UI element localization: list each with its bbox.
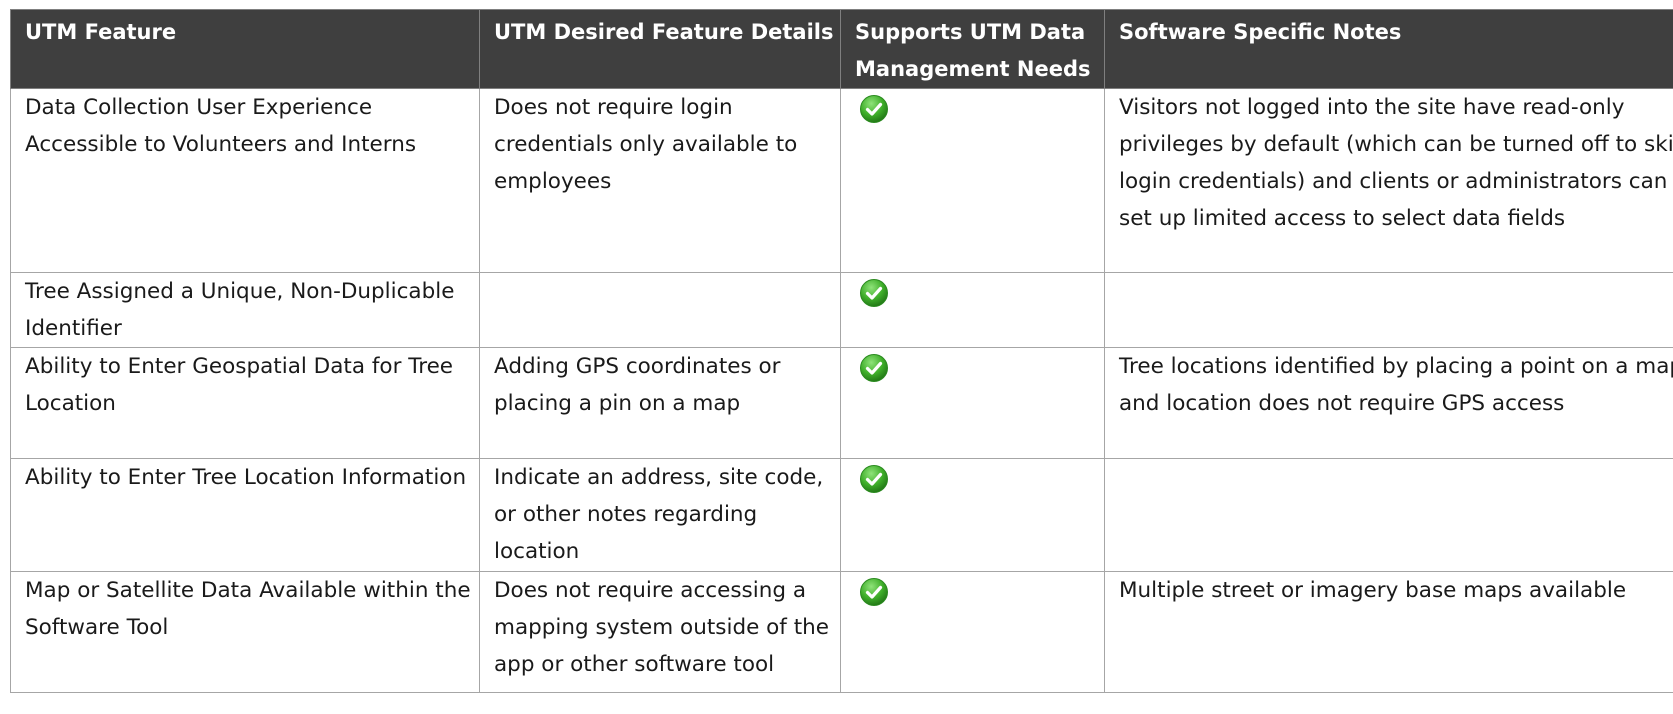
table-row: Ability to Enter Geospatial Data for Tre… <box>10 347 1673 459</box>
supports-cell <box>840 88 1105 273</box>
notes-cell: Visitors not logged into the site have r… <box>1104 88 1673 273</box>
table-row: Ability to Enter Tree Location Informati… <box>10 458 1673 572</box>
supports-cell <box>840 458 1105 572</box>
feature-cell: Data Collection User Experience Accessib… <box>10 88 480 273</box>
notes-cell: Tree locations identified by placing a p… <box>1104 347 1673 459</box>
table-row: Tree Assigned a Unique, Non-Duplicable I… <box>10 272 1673 348</box>
utm-feature-table: UTM Feature UTM Desired Feature Details … <box>10 9 1673 693</box>
table-row: Map or Satellite Data Available within t… <box>10 571 1673 693</box>
header-feature-details: UTM Desired Feature Details <box>479 9 841 89</box>
table-row: Data Collection User Experience Accessib… <box>10 88 1673 273</box>
notes-cell <box>1104 458 1673 572</box>
details-cell <box>479 272 841 348</box>
header-utm-feature: UTM Feature <box>10 9 480 89</box>
details-cell: Does not require login credentials only … <box>479 88 841 273</box>
check-icon <box>860 279 888 307</box>
feature-cell: Ability to Enter Geospatial Data for Tre… <box>10 347 480 459</box>
document-page: UTM Feature UTM Desired Feature Details … <box>0 0 1673 714</box>
details-cell: Indicate an address, site code, or other… <box>479 458 841 572</box>
feature-cell: Ability to Enter Tree Location Informati… <box>10 458 480 572</box>
supports-cell <box>840 571 1105 693</box>
header-software-notes: Software Specific Notes <box>1104 9 1673 89</box>
check-icon <box>860 465 888 493</box>
details-cell: Adding GPS coordinates or placing a pin … <box>479 347 841 459</box>
table-header-row: UTM Feature UTM Desired Feature Details … <box>10 9 1673 89</box>
feature-cell: Tree Assigned a Unique, Non-Duplicable I… <box>10 272 480 348</box>
check-icon <box>860 354 888 382</box>
details-cell: Does not require accessing a mapping sys… <box>479 571 841 693</box>
supports-cell <box>840 272 1105 348</box>
check-icon <box>860 578 888 606</box>
supports-cell <box>840 347 1105 459</box>
notes-cell: Multiple street or imagery base maps ava… <box>1104 571 1673 693</box>
header-supports-needs: Supports UTM Data Management Needs <box>840 9 1105 89</box>
check-icon <box>860 95 888 123</box>
notes-cell <box>1104 272 1673 348</box>
feature-cell: Map or Satellite Data Available within t… <box>10 571 480 693</box>
